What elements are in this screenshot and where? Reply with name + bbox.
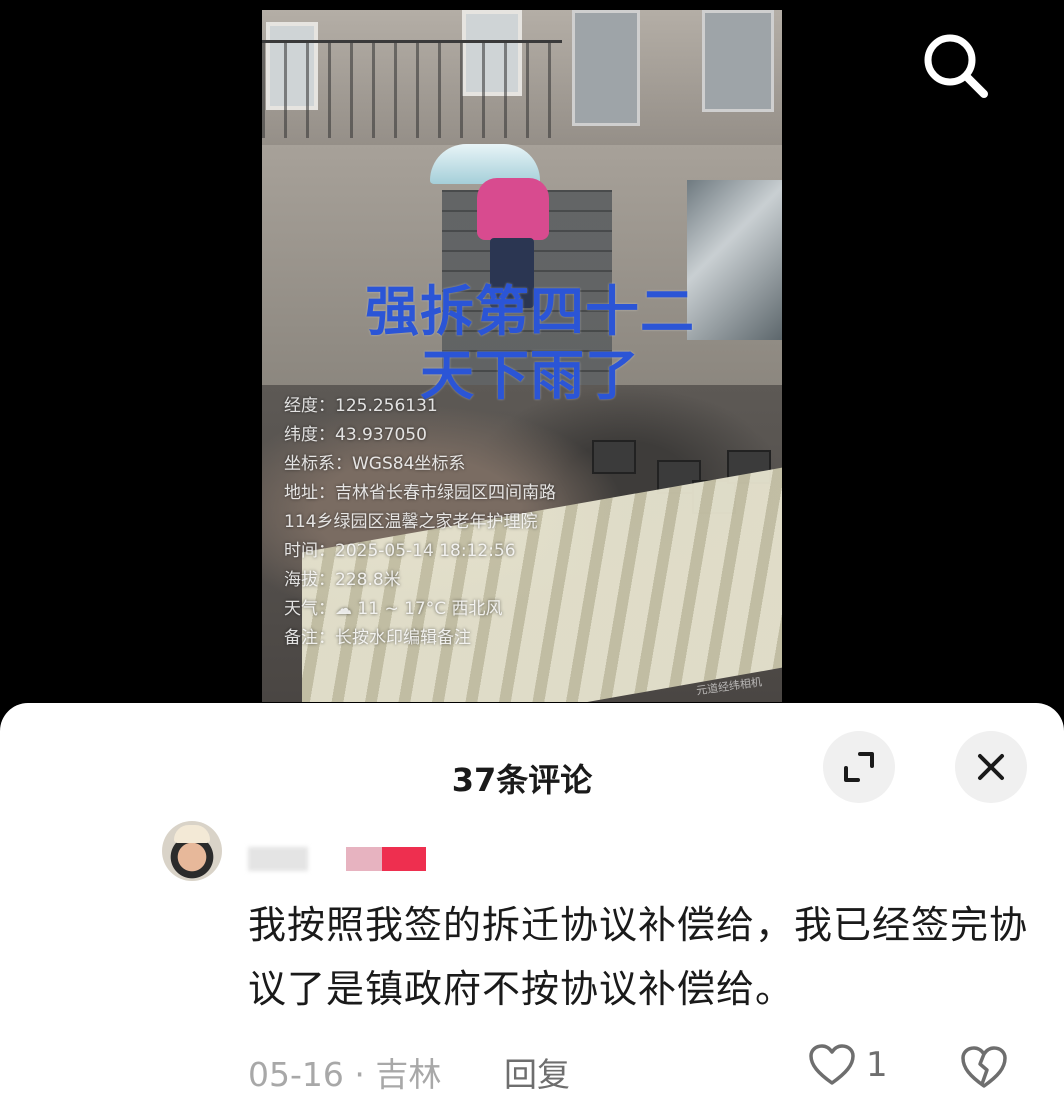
person [477, 178, 549, 240]
expand-button[interactable] [823, 731, 895, 803]
username-badge [382, 847, 426, 871]
watermark-note: 备注：长按水印编辑备注 [284, 628, 471, 648]
search-icon [924, 34, 988, 98]
watermark-weather: 天气：☁ 11 ~ 17°C 西北风 [284, 599, 503, 619]
like-count: 1 [866, 1045, 888, 1085]
search-button[interactable] [920, 30, 990, 100]
comment-text: 我按照我签的拆迁协议补偿给，我已经签完协议了是镇政府不按协议补偿给。 [248, 903, 1029, 1011]
video-frame[interactable]: 强拆第四十二 天下雨了 经度：125.256131 纬度：43.937050 坐… [262, 10, 782, 702]
watermark-altitude: 海拔：228.8米 [284, 570, 401, 590]
comment-date-location: 05-16 · 吉林 [248, 1055, 442, 1094]
watermark-address: 地址：吉林省长春市绿园区四间南路114乡绿园区温馨之家老年护理院 [284, 483, 556, 532]
overlay-title-line1: 强拆第四十二 [365, 280, 695, 343]
video-player[interactable]: 强拆第四十二 天下雨了 经度：125.256131 纬度：43.937050 坐… [0, 0, 1064, 710]
watermark-coord-system: 坐标系：WGS84坐标系 [284, 454, 466, 474]
like-button[interactable]: 1 [808, 1040, 888, 1090]
watermark-latitude: 纬度：43.937050 [284, 425, 427, 445]
video-overlay-title: 强拆第四十二 天下雨了 [340, 280, 720, 408]
dislike-button[interactable] [960, 1044, 1008, 1092]
expand-icon [844, 752, 874, 782]
watermark-time: 时间：2025-05-14 18:12:56 [284, 541, 516, 561]
close-button[interactable] [955, 731, 1027, 803]
comments-panel: 37条评论 我按照我签的拆迁协议补偿给，我已经签完协议了是镇政府不按协议补偿给。… [0, 703, 1064, 1104]
building-upper-floor [262, 10, 782, 145]
heart-icon [809, 1044, 855, 1085]
commenter-avatar[interactable] [162, 821, 222, 881]
location-watermark[interactable]: 经度：125.256131 纬度：43.937050 坐标系：WGS84坐标系 … [284, 392, 574, 653]
commenter-username-redacted[interactable] [248, 843, 438, 873]
watermark-longitude: 经度：125.256131 [284, 396, 438, 416]
reply-button[interactable]: 回复 [504, 1048, 570, 1096]
broken-heart-icon [961, 1046, 1007, 1088]
close-icon [978, 754, 1004, 780]
comment-meta: 05-16 · 吉林 回复 [248, 1048, 570, 1096]
